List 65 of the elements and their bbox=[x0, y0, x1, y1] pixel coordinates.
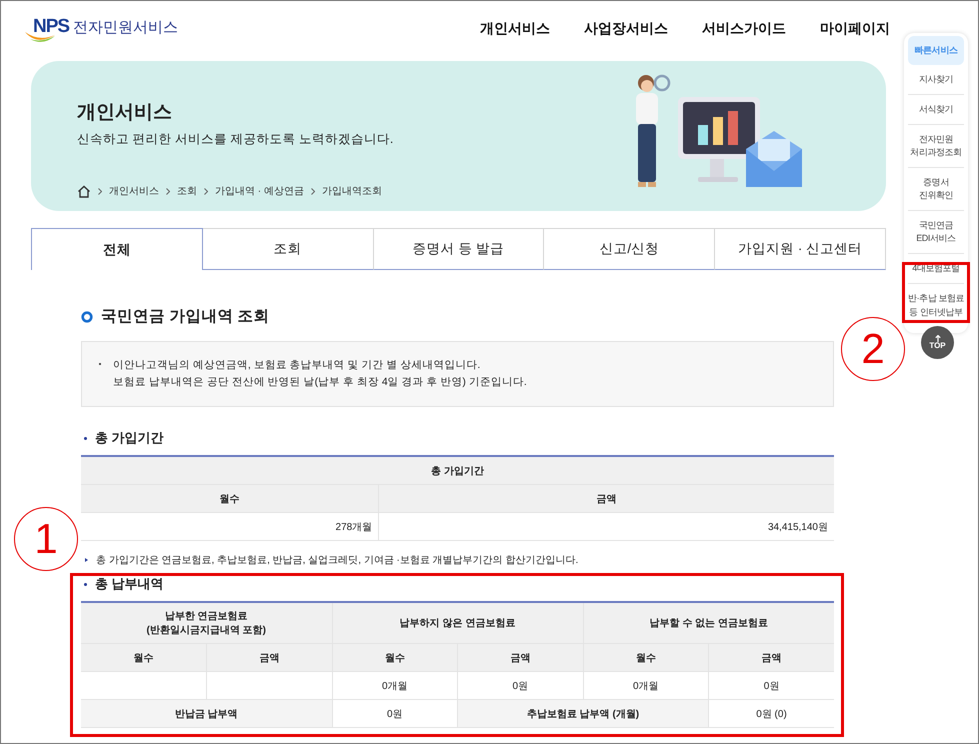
breadcrumb-link[interactable]: 가입내역 · 예상연금 bbox=[215, 184, 304, 198]
table-cell: 0원 bbox=[708, 672, 834, 700]
breadcrumb-link[interactable]: 가입내역조회 bbox=[322, 184, 382, 198]
chevron-icon bbox=[98, 188, 102, 194]
subsection-title: 총 납부내역 bbox=[95, 575, 164, 593]
nav-link[interactable]: 개인서비스 bbox=[480, 20, 550, 38]
table-header-cell: 월수 bbox=[81, 644, 206, 672]
quick-menu-item[interactable]: 국민연금 EDI서비스 bbox=[908, 211, 964, 254]
notice-text: 이안나고객님의 예상연금액, 보험료 총납부내역 및 기간 별 상세내역입니다. bbox=[113, 358, 480, 372]
table-header-cell: 월수 bbox=[81, 484, 379, 512]
table-header-cell: 납부할 수 없는 연금보험료 bbox=[583, 602, 834, 644]
nav-link[interactable]: 마이페이지 bbox=[820, 20, 890, 38]
table-header-cell: 금액 bbox=[708, 644, 834, 672]
logo-text[interactable]: NPS bbox=[33, 16, 70, 38]
highlight-box bbox=[902, 262, 970, 323]
subsection-title: 총 가입기간 bbox=[95, 429, 164, 447]
top-button[interactable]: TOP bbox=[921, 326, 954, 359]
ring-bullet-icon bbox=[81, 310, 93, 322]
table-header-cell: 금액 bbox=[458, 644, 583, 672]
quick-menu-item[interactable]: 지사찾기 bbox=[908, 65, 964, 96]
table-cell: 278개월 bbox=[81, 512, 379, 540]
table-cell: 0원 bbox=[332, 700, 458, 728]
tab[interactable]: 가입지원 · 신고센터 bbox=[715, 228, 886, 270]
tab[interactable]: 증명서 등 발급 bbox=[374, 228, 544, 270]
service-name: 전자민원서비스 bbox=[73, 18, 178, 36]
table-header-cell: 총 가입기간 bbox=[81, 456, 834, 484]
quick-menu-item[interactable]: 반·추납 보험료 등 인터넷납부 bbox=[908, 284, 964, 327]
bullet-icon bbox=[84, 436, 87, 440]
table-cell: 34,415,140원 bbox=[378, 512, 834, 540]
breadcrumb-link[interactable]: 개인서비스 bbox=[109, 184, 159, 198]
table-header-cell: 반납금 납부액 bbox=[81, 700, 332, 728]
up-arrow-icon bbox=[934, 334, 940, 342]
tab[interactable]: 전체 bbox=[31, 228, 203, 270]
chevron-icon bbox=[310, 188, 315, 194]
callout-number: 2 bbox=[841, 317, 905, 381]
table-header-cell: 월수 bbox=[583, 644, 708, 672]
nav-link[interactable]: 서비스가이드 bbox=[702, 20, 786, 38]
logo-swoosh-icon bbox=[25, 32, 55, 44]
tab[interactable]: 조회 bbox=[202, 228, 374, 270]
notice-text: 보험료 납부내역은 공단 전산에 반영된 날(납부 후 최장 4일 경과 후 반영) 기준입니다. bbox=[113, 375, 527, 389]
table-header-cell: 금액 bbox=[378, 484, 834, 512]
bullet-icon bbox=[85, 558, 88, 562]
banner-title: 개인서비스 bbox=[77, 101, 173, 125]
table-cell: 0원 (0) bbox=[708, 700, 834, 728]
table-header-cell: 납부하지 않은 연금보험료 bbox=[332, 602, 583, 644]
quick-menu-item[interactable]: 서식찾기 bbox=[908, 95, 964, 126]
table-header-cell: 월수 bbox=[332, 644, 458, 672]
breadcrumb-link[interactable]: 조회 bbox=[177, 184, 197, 198]
tab[interactable]: 신고/신청 bbox=[544, 228, 716, 270]
nav-link[interactable]: 사업장서비스 bbox=[584, 20, 668, 38]
section-title: 국민연금 가입내역 조회 bbox=[101, 307, 270, 327]
table-header-cell: 납부한 연금보험료 (반환일시금지급내역 포함) bbox=[81, 602, 332, 644]
note-text: 총 가입기간은 연금보험료, 추납보험료, 반납금, 실업크레딧, 기여금 ·보험료 개별납부기간의 합산기간입니다. bbox=[96, 554, 578, 567]
table-cell: 0개월 bbox=[332, 672, 458, 700]
callout-number: 1 bbox=[14, 507, 78, 571]
chevron-icon bbox=[204, 188, 208, 194]
table-header-cell: 금액 bbox=[206, 644, 332, 672]
quick-menu-item[interactable]: 증명서 진위확인 bbox=[908, 168, 964, 212]
quick-menu-item[interactable]: 4대보험포털 bbox=[908, 254, 964, 284]
banner-subtitle: 신속하고 편리한 서비스를 제공하도록 노력하겠습니다. bbox=[77, 131, 394, 148]
table-header-cell: 추납보험료 납부액 (개월) bbox=[458, 700, 708, 728]
chevron-icon bbox=[166, 188, 170, 194]
bullet-icon bbox=[84, 582, 87, 586]
quick-menu-item[interactable]: 전자민원 처리과정조회 bbox=[908, 125, 964, 168]
home-icon[interactable] bbox=[77, 184, 91, 198]
